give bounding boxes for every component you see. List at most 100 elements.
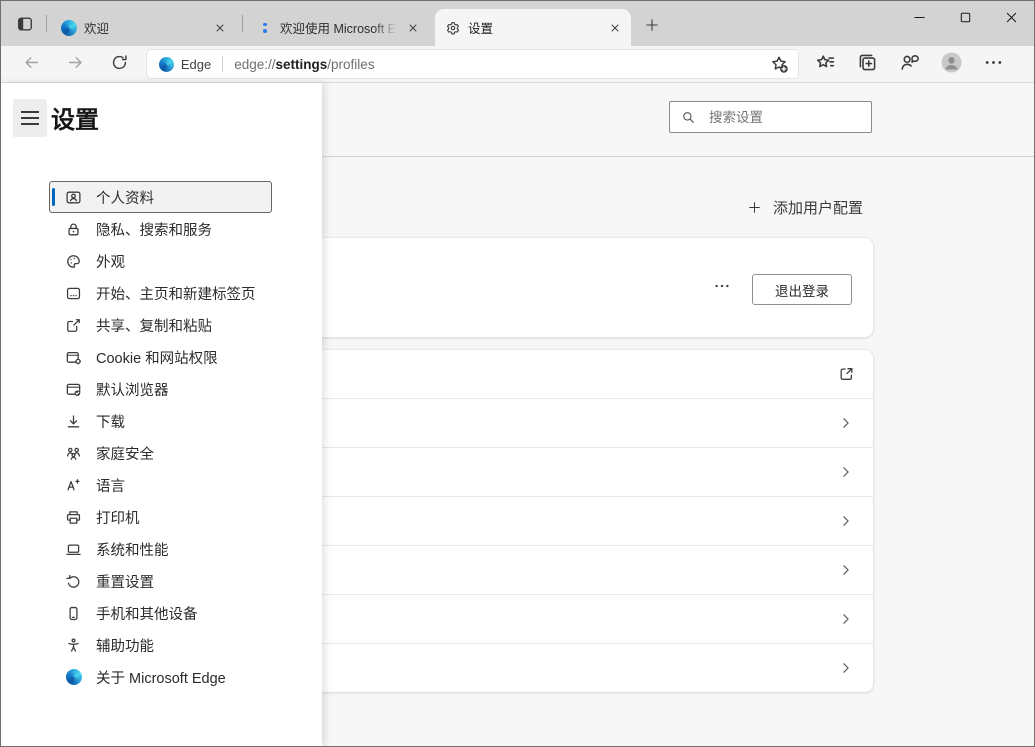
sidebar-item-profiles[interactable]: 个人资料 (49, 181, 272, 213)
minimize-button[interactable] (896, 1, 942, 37)
search-input[interactable] (707, 109, 863, 126)
sidebar-item-downloads[interactable]: 下载 (49, 405, 272, 437)
address-bar[interactable]: Edge edge://settings/profiles (147, 50, 798, 78)
plus-icon (644, 21, 660, 36)
sidebar-item-appearance[interactable]: 外观 (49, 245, 272, 277)
url-scheme: edge:// (234, 57, 275, 72)
chevron-right-icon (839, 612, 853, 626)
sidebar-item-label: 关于 Microsoft Edge (96, 667, 226, 688)
tab-close-button[interactable] (211, 19, 229, 37)
sidebar-item-label: 开始、主页和新建标签页 (96, 283, 256, 304)
menu-toggle-button[interactable] (13, 99, 47, 137)
translate-icon (65, 477, 82, 494)
tab-title: 欢迎使用 Microsoft Edg (280, 18, 397, 37)
more-icon (711, 283, 733, 298)
browser-window: 欢迎 欢迎使用 Microsoft Edg 设置 Edge edge://setti… (0, 0, 1035, 747)
url-text: edge://settings/profiles (234, 57, 374, 72)
sidebar-item-family-safety[interactable]: 家庭安全 (49, 437, 272, 469)
edge-logo-icon (61, 20, 77, 36)
family-icon (65, 445, 82, 462)
sidebar-item-privacy[interactable]: 隐私、搜索和服务 (49, 213, 272, 245)
accessibility-icon (65, 637, 82, 654)
address-divider (222, 56, 223, 72)
gear-icon (445, 20, 461, 36)
minimize-icon (912, 10, 927, 28)
sidebar-item-reset-settings[interactable]: 重置设置 (49, 565, 272, 597)
tab-title: 设置 (468, 18, 599, 37)
add-favorite-button[interactable] (768, 53, 790, 75)
add-profile-button[interactable]: 添加用户配置 (747, 194, 863, 220)
account-more-button[interactable] (709, 275, 735, 297)
tab-3[interactable]: 设置 (435, 9, 631, 46)
sidebar-item-label: 隐私、搜索和服务 (96, 219, 212, 240)
sidebar-item-label: 家庭安全 (96, 443, 154, 464)
sidebar-item-printers[interactable]: 打印机 (49, 501, 272, 533)
refresh-icon (110, 53, 129, 75)
sidebar-item-label: 默认浏览器 (96, 379, 169, 400)
chevron-right-icon (839, 465, 853, 479)
favorites-icon (815, 52, 836, 76)
sign-out-button[interactable]: 退出登录 (752, 274, 852, 305)
sidebar-item-accessibility[interactable]: 辅助功能 (49, 629, 272, 661)
feedback-icon (899, 52, 920, 76)
sidebar-item-phone-devices[interactable]: 手机和其他设备 (49, 597, 272, 629)
sidebar-item-label: 语言 (96, 475, 125, 496)
forward-arrow-icon (66, 53, 85, 75)
tab-workspaces-button[interactable] (10, 12, 40, 36)
site-badge-label: Edge (181, 57, 211, 72)
download-icon (65, 413, 82, 430)
sidebar-item-cookies-permissions[interactable]: Cookie 和网站权限 (49, 341, 272, 373)
lock-icon (65, 221, 82, 238)
chevron-right-icon (839, 416, 853, 430)
start-layout-icon (65, 285, 82, 302)
forward-button[interactable] (57, 49, 95, 79)
printer-icon (65, 509, 82, 526)
sidebar-item-system-performance[interactable]: 系统和性能 (49, 533, 272, 565)
page-title: 设置 (51, 100, 99, 135)
collections-icon (857, 52, 878, 76)
sidebar-item-languages[interactable]: 语言 (49, 469, 272, 501)
profile-avatar-button[interactable] (930, 49, 972, 79)
sidebar-nav: 个人资料隐私、搜索和服务外观开始、主页和新建标签页共享、复制和粘贴 Cookie … (49, 181, 272, 693)
tab-divider (46, 15, 47, 32)
cookie-icon (65, 349, 82, 366)
sidebar-item-label: 系统和性能 (96, 539, 169, 560)
sidebar-item-label: 外观 (96, 251, 125, 272)
browser-menu-button[interactable] (972, 49, 1014, 79)
site-badge: Edge (159, 57, 211, 72)
reset-icon (65, 573, 82, 590)
maximize-icon (958, 10, 973, 28)
add-profile-label: 添加用户配置 (773, 197, 863, 218)
maximize-button[interactable] (942, 1, 988, 37)
new-tab-button[interactable] (639, 12, 665, 38)
tab-title: 欢迎 (84, 18, 204, 37)
sidebar-item-label: 共享、复制和粘贴 (96, 315, 212, 336)
tab-1[interactable]: 欢迎 (51, 9, 236, 46)
close-window-button[interactable] (988, 1, 1034, 37)
sidebar-item-about[interactable]: 关于 Microsoft Edge (49, 661, 272, 693)
collections-button[interactable] (846, 49, 888, 79)
sidebar-item-share-copy-paste[interactable]: 共享、复制和粘贴 (49, 309, 272, 341)
favorites-button[interactable] (804, 49, 846, 79)
back-button[interactable] (13, 49, 51, 79)
sidebar-item-label: 辅助功能 (96, 635, 154, 656)
external-link-icon (838, 366, 855, 383)
sidebar-item-start-home-newtab[interactable]: 开始、主页和新建标签页 (49, 277, 272, 309)
refresh-button[interactable] (101, 49, 139, 79)
edge-logo-icon (65, 669, 82, 686)
close-window-icon (1004, 10, 1019, 28)
phone-icon (65, 605, 82, 622)
tab-2[interactable]: 欢迎使用 Microsoft Edg (247, 9, 429, 46)
plus-icon (747, 200, 762, 215)
feedback-button[interactable] (888, 49, 930, 79)
tab-close-button[interactable] (606, 19, 624, 37)
sidebar-item-label: 打印机 (96, 507, 140, 528)
sidebar-item-default-browser[interactable]: 默认浏览器 (49, 373, 272, 405)
sidebar-item-label: Cookie 和网站权限 (96, 347, 218, 368)
tab-close-button[interactable] (404, 19, 422, 37)
settings-sidebar: 设置 个人资料隐私、搜索和服务外观开始、主页和新建标签页共享、复制和粘贴 Cook… (1, 83, 322, 746)
url-host: settings (276, 57, 328, 72)
settings-search-box[interactable] (669, 101, 872, 133)
chevron-right-icon (839, 661, 853, 675)
back-arrow-icon (22, 53, 41, 75)
